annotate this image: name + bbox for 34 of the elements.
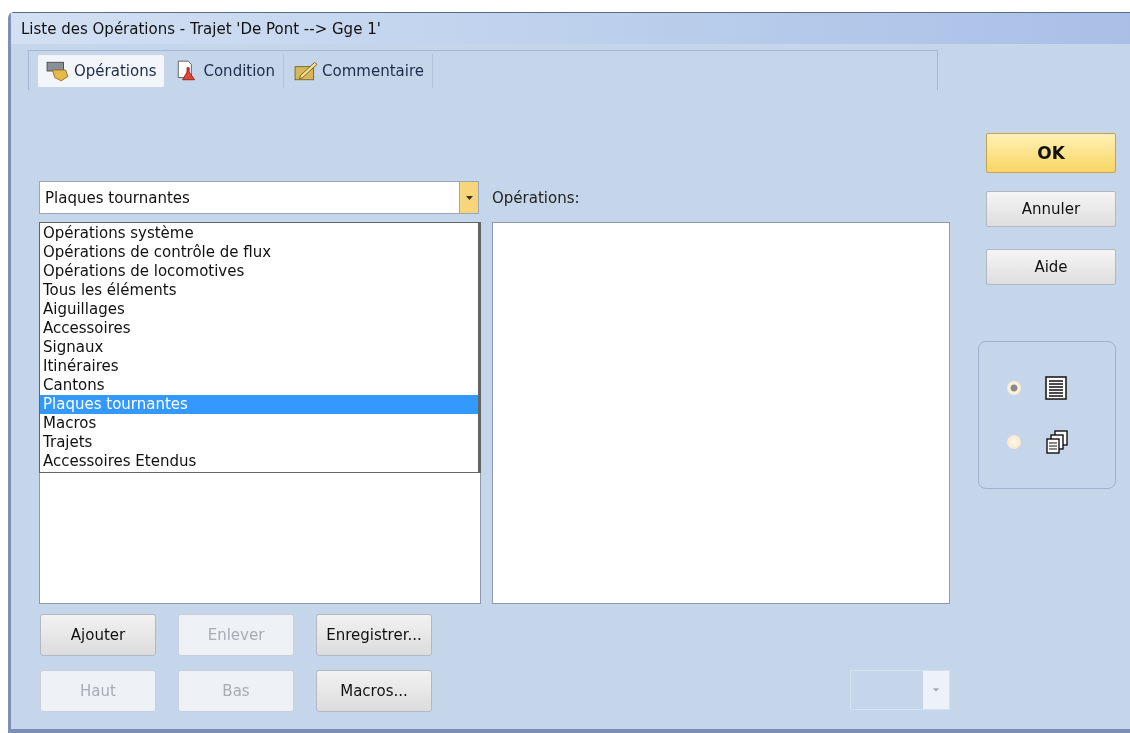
- dropdown-option[interactable]: Trajets: [40, 433, 478, 452]
- dropdown-option[interactable]: Itinéraires: [40, 357, 478, 376]
- category-dropdown[interactable]: Plaques tournantes: [39, 181, 479, 214]
- caret-icon: [465, 195, 473, 200]
- dialog-button[interactable]: Aide: [986, 249, 1116, 285]
- action-button[interactable]: Ajouter: [40, 614, 156, 656]
- dropdown-option[interactable]: Tous les éléments: [40, 281, 478, 300]
- dropdown-option[interactable]: Signaux: [40, 338, 478, 357]
- radio-button[interactable]: [1007, 435, 1021, 449]
- dropdown-option[interactable]: Accessoires Etendus: [40, 452, 478, 471]
- hand-keyboard-icon: [46, 60, 70, 82]
- radio-button[interactable]: [1007, 381, 1021, 395]
- dropdown-option[interactable]: Opérations de contrôle de flux: [40, 243, 478, 262]
- tab[interactable]: Opérations: [37, 54, 166, 88]
- tab[interactable]: Commentaire: [286, 54, 433, 88]
- operations-list-box[interactable]: [492, 222, 950, 604]
- dropdown-option[interactable]: Aiguillages: [40, 300, 478, 319]
- dropdown-option[interactable]: Opérations système: [40, 224, 478, 243]
- dropdown-option[interactable]: Macros: [40, 414, 478, 433]
- operations-label: Opérations:: [492, 189, 580, 207]
- dropdown-option[interactable]: Opérations de locomotives: [40, 262, 478, 281]
- dialog-button[interactable]: Annuler: [986, 191, 1116, 227]
- dropdown-option[interactable]: Cantons: [40, 376, 478, 395]
- window-title: Liste des Opérations - Trajet 'De Pont --> Gge 1': [21, 19, 381, 38]
- stacked-pages-icon: [1045, 430, 1069, 454]
- dropdown-option[interactable]: Accessoires: [40, 319, 478, 338]
- dialog-button[interactable]: OK: [986, 133, 1116, 173]
- action-button[interactable]: Enregistrer...: [316, 614, 432, 656]
- action-button[interactable]: Macros...: [316, 670, 432, 712]
- category-list-box[interactable]: Opérations système Opérations de contrôle de flux Opérations de locomotives Tous les éléments Aiguillages Accessoires Signaux Itinéraires Cantons Plaques tournantes Macros Trajets Accessoires Etendus: [39, 222, 481, 604]
- caret-icon: [933, 688, 939, 692]
- list-view-icon: [1045, 376, 1067, 400]
- notepad-pencil-icon: [294, 60, 319, 82]
- tab[interactable]: Condition: [167, 54, 285, 88]
